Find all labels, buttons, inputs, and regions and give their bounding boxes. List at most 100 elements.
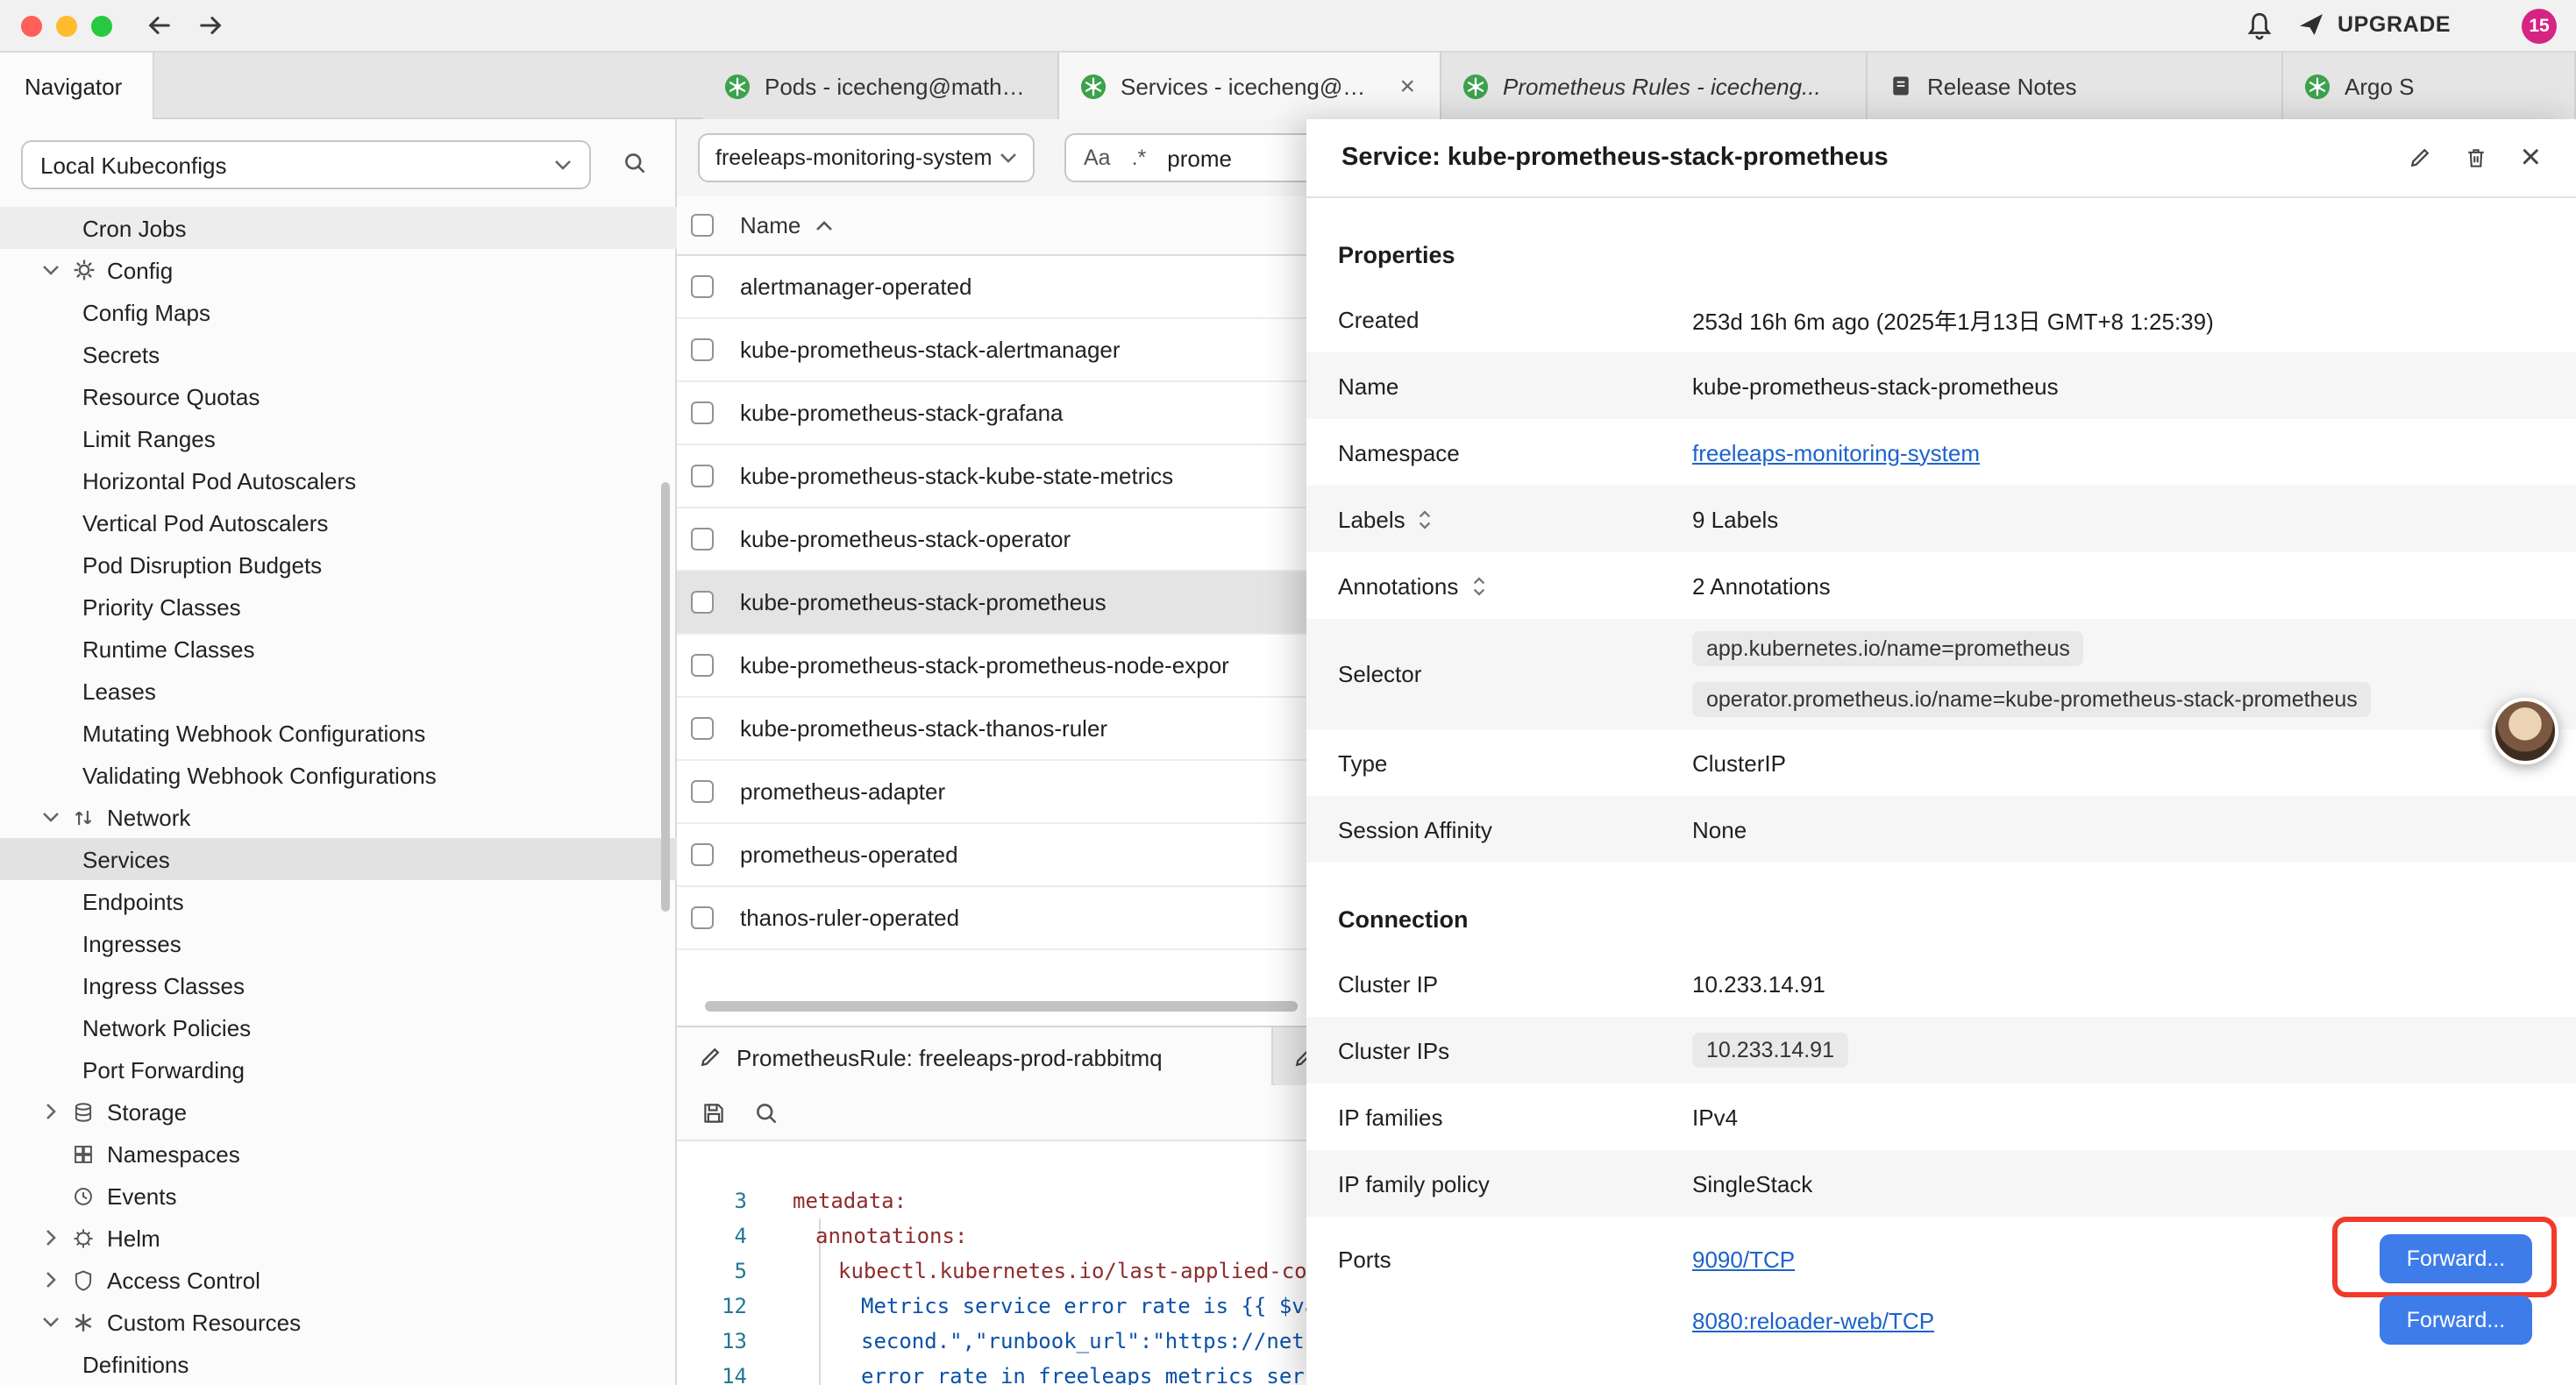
gear-icon: [70, 258, 96, 282]
tab-argo-s[interactable]: Argo S: [2283, 53, 2576, 119]
sidebar-item-helm[interactable]: Helm: [0, 1217, 677, 1259]
sidebar-item-access-control[interactable]: Access Control: [0, 1259, 677, 1301]
row-checkbox[interactable]: [691, 465, 714, 487]
port-link[interactable]: 9090/TCP: [1692, 1246, 1795, 1272]
sidebar-search-icon[interactable]: [623, 151, 647, 175]
sidebar-item-label: Network Policies: [82, 1014, 251, 1041]
editor-search-icon[interactable]: [754, 1100, 779, 1125]
detail-row-created: Created253d 16h 6m ago (2025年1月13日 GMT+8…: [1306, 286, 2576, 352]
regex-toggle[interactable]: .*: [1132, 146, 1147, 170]
namespace-selector[interactable]: freeleaps-monitoring-system: [698, 133, 1035, 182]
row-checkbox[interactable]: [691, 843, 714, 866]
assistant-avatar[interactable]: [2492, 698, 2558, 764]
row-checkbox[interactable]: [691, 275, 714, 298]
window-minimize-button[interactable]: [56, 16, 77, 37]
line-number: 12: [677, 1289, 747, 1324]
sidebar-item-label: Services: [82, 846, 170, 872]
row-checkbox[interactable]: [691, 338, 714, 361]
row-checkbox[interactable]: [691, 906, 714, 929]
chevron-right-icon[interactable]: [39, 1103, 63, 1120]
chevron-down-icon[interactable]: [39, 265, 63, 275]
sidebar-item-limit-ranges[interactable]: Limit Ranges: [0, 417, 677, 459]
forward-icon[interactable]: [196, 12, 226, 39]
sidebar-item-priority-classes[interactable]: Priority Classes: [0, 586, 677, 628]
sidebar-item-validating-webhook-configurations[interactable]: Validating Webhook Configurations: [0, 754, 677, 796]
sidebar-item-ingresses[interactable]: Ingresses: [0, 922, 677, 964]
forward-button[interactable]: Forward...: [2380, 1296, 2532, 1345]
name-column-header[interactable]: Name: [740, 212, 801, 238]
upgrade-button[interactable]: UPGRADE: [2297, 11, 2451, 39]
sidebar-item-services[interactable]: Services: [0, 838, 677, 880]
sidebar-item-secrets[interactable]: Secrets: [0, 333, 677, 375]
chevron-right-icon[interactable]: [39, 1229, 63, 1246]
tab-prometheus-rules-icecheng[interactable]: Prometheus Rules - icecheng...: [1441, 53, 1868, 119]
row-checkbox[interactable]: [691, 591, 714, 614]
editor-tab-prometheusrule[interactable]: PrometheusRule: freeleaps-prod-rabbitmq: [677, 1027, 1273, 1087]
delete-trash-icon[interactable]: [2465, 146, 2489, 170]
sidebar-item-events[interactable]: Events: [0, 1175, 677, 1217]
code-text: second.","runbook_url":"https://net: [861, 1324, 1305, 1359]
sidebar-item-label: Endpoints: [82, 888, 184, 914]
navigator-panel-tab[interactable]: Navigator: [0, 53, 154, 119]
sidebar-item-namespaces[interactable]: Namespaces: [0, 1133, 677, 1175]
port-link[interactable]: 8080:reloader-web/TCP: [1692, 1307, 1934, 1333]
save-icon[interactable]: [701, 1100, 726, 1125]
sidebar-item-runtime-classes[interactable]: Runtime Classes: [0, 628, 677, 670]
sidebar-item-config[interactable]: Config: [0, 249, 677, 291]
sort-ascending-icon[interactable]: [815, 220, 832, 231]
line-number: 5: [677, 1254, 747, 1289]
horizontal-scrollbar[interactable]: [705, 1001, 1298, 1012]
window-zoom-button[interactable]: [91, 16, 112, 37]
sidebar-item-port-forwarding[interactable]: Port Forwarding: [0, 1048, 677, 1090]
chevron-right-icon[interactable]: [39, 1271, 63, 1289]
sidebar-item-vertical-pod-autoscalers[interactable]: Vertical Pod Autoscalers: [0, 501, 677, 543]
namespace-link[interactable]: freeleaps-monitoring-system: [1692, 439, 1980, 465]
detail-label: Created: [1338, 306, 1692, 332]
chevron-down-icon[interactable]: [39, 812, 63, 822]
select-all-checkbox[interactable]: [691, 214, 714, 237]
row-checkbox[interactable]: [691, 528, 714, 550]
row-checkbox[interactable]: [691, 717, 714, 740]
sidebar-item-mutating-webhook-configurations[interactable]: Mutating Webhook Configurations: [0, 712, 677, 754]
notification-count-badge[interactable]: 15: [2522, 9, 2557, 44]
sidebar-item-label: Events: [107, 1183, 177, 1209]
tab-bar: Navigator Pods - icecheng@mathmas...Serv…: [0, 53, 2576, 119]
editor-tab-label: PrometheusRule: freeleaps-prod-rabbitmq: [737, 1044, 1163, 1070]
sidebar-item-definitions[interactable]: Definitions: [0, 1343, 677, 1385]
detail-value: 10.233.14.91: [1692, 970, 2544, 997]
chip-list: 10.233.14.91: [1692, 1020, 2544, 1080]
app-window: UPGRADE 15 Navigator Pods - icecheng@mat…: [0, 0, 2576, 1385]
match-case-toggle[interactable]: Aa: [1084, 146, 1111, 170]
sidebar-item-pod-disruption-budgets[interactable]: Pod Disruption Budgets: [0, 543, 677, 586]
tab-release-notes[interactable]: Release Notes: [1868, 53, 2283, 119]
sidebar-item-horizontal-pod-autoscalers[interactable]: Horizontal Pod Autoscalers: [0, 459, 677, 501]
window-close-button[interactable]: [21, 16, 42, 37]
detail-label: Annotations: [1338, 572, 1692, 599]
back-icon[interactable]: [144, 12, 174, 39]
sidebar-scrollbar[interactable]: [661, 482, 670, 912]
chevron-down-icon[interactable]: [39, 1317, 63, 1327]
close-icon[interactable]: ×: [2521, 140, 2541, 175]
tab-services-icecheng-math[interactable]: Services - icecheng@math...×: [1059, 53, 1441, 119]
row-checkbox[interactable]: [691, 401, 714, 424]
sidebar-item-custom-resources[interactable]: Custom Resources: [0, 1301, 677, 1343]
forward-button[interactable]: Forward...: [2380, 1234, 2532, 1283]
row-checkbox[interactable]: [691, 780, 714, 803]
notifications-bell-icon[interactable]: [2245, 11, 2274, 40]
tab-label: Release Notes: [1927, 73, 2077, 99]
kubeconfig-selector[interactable]: Local Kubeconfigs: [21, 140, 591, 189]
sidebar-item-endpoints[interactable]: Endpoints: [0, 880, 677, 922]
sidebar-item-network-policies[interactable]: Network Policies: [0, 1006, 677, 1048]
sidebar-item-resource-quotas[interactable]: Resource Quotas: [0, 375, 677, 417]
tab-pods-icecheng-mathmas[interactable]: Pods - icecheng@mathmas...: [703, 53, 1059, 119]
namespaces-icon: [70, 1142, 96, 1165]
sidebar-item-config-maps[interactable]: Config Maps: [0, 291, 677, 333]
row-checkbox[interactable]: [691, 654, 714, 677]
sidebar-item-leases[interactable]: Leases: [0, 670, 677, 712]
sidebar-item-storage[interactable]: Storage: [0, 1090, 677, 1133]
edit-pencil-icon[interactable]: [2409, 146, 2433, 170]
sidebar-item-cron-jobs[interactable]: Cron Jobs: [0, 207, 677, 249]
sidebar-item-network[interactable]: Network: [0, 796, 677, 838]
sidebar-item-ingress-classes[interactable]: Ingress Classes: [0, 964, 677, 1006]
close-icon[interactable]: ×: [1396, 71, 1419, 101]
